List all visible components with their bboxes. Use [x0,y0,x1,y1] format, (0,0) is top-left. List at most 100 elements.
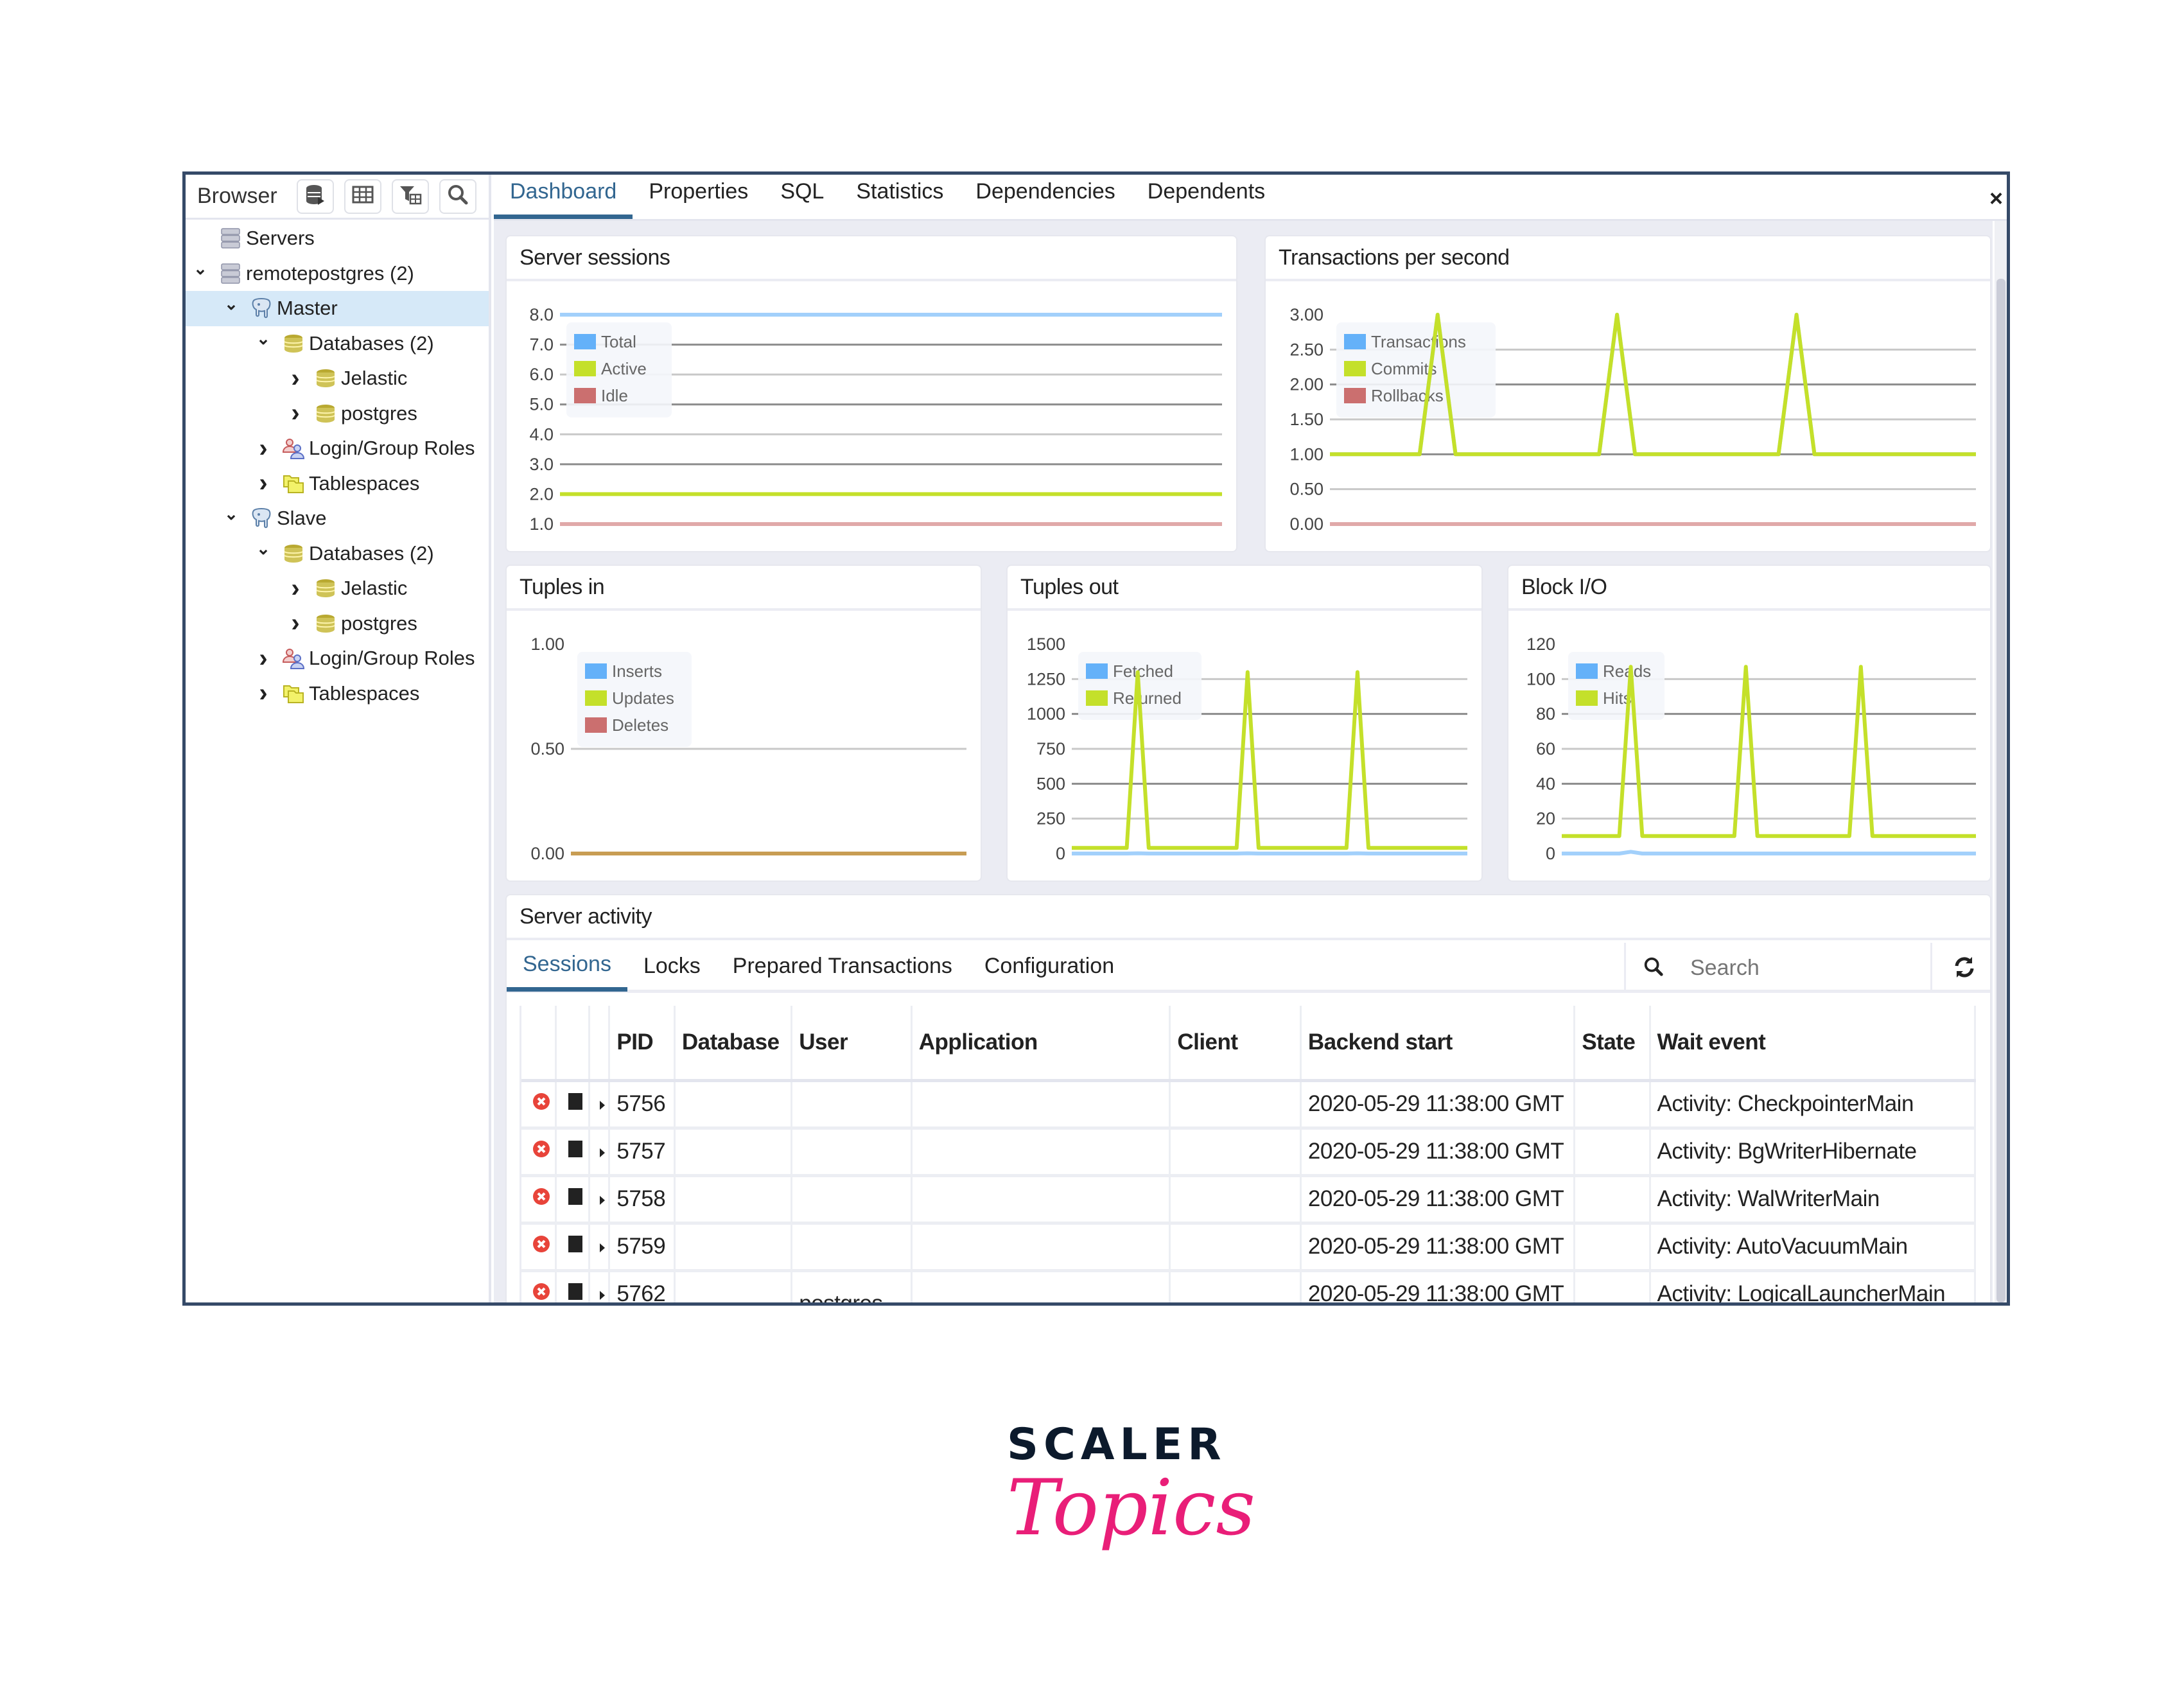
chevron-right-icon[interactable]: › [254,434,273,462]
legend-label[interactable]: Transactions [1371,332,1466,351]
tab-dependents[interactable]: Dependents [1131,175,1281,219]
logo-scaler-text: SCALER [1007,1419,1227,1470]
terminate-session-icon[interactable] [532,1281,551,1302]
tab-dashboard[interactable]: Dashboard [494,175,633,219]
legend-label[interactable]: Reads [1603,662,1651,681]
legend-label[interactable]: Total [601,332,636,351]
column-header-database[interactable]: Database [674,1006,793,1082]
refresh-icon[interactable] [1952,954,1977,980]
terminate-session-icon[interactable] [532,1091,551,1116]
expand-row-icon[interactable] [598,1091,606,1116]
y-tick-label: 750 [1036,739,1065,758]
column-header-backend-start[interactable]: Backend start [1300,1006,1576,1082]
column-header-wait-event[interactable]: Wait event [1650,1006,1977,1082]
cancel-query-icon[interactable] [567,1281,584,1302]
pgadmin-window: Browser Servers ⌄ remotepostgres (2) ⌄ M… [182,171,2010,1306]
legend-label[interactable]: Idle [601,386,628,405]
scrollbar-thumb[interactable] [1996,279,2005,1302]
legend-label[interactable]: Inserts [612,662,662,681]
chevron-down-icon[interactable]: ⌄ [254,539,273,559]
chevron-right-icon[interactable]: › [286,364,305,392]
chevron-right-icon[interactable]: › [286,574,305,602]
cell-wait-event: Activity: LogicalLauncherMain [1650,1270,1977,1302]
chevron-right-icon[interactable]: › [254,469,273,497]
tree-item[interactable]: › Jelastic [186,571,489,606]
tree-item[interactable]: › postgres [186,606,489,642]
expand-row-icon[interactable] [598,1234,606,1259]
tree-item[interactable]: › Login/Group Roles [186,641,489,676]
view-data-button[interactable] [344,179,381,214]
expand-cell [589,1270,611,1302]
legend-label[interactable]: Fetched [1113,662,1173,681]
filtered-rows-button[interactable] [391,179,429,214]
y-tick-label: 100 [1526,669,1555,688]
tuples-out-panel: Tuples out 0 250 500 750 1000 1250 1500 Fetched… [1008,566,1481,881]
tab-statistics[interactable]: Statistics [840,175,959,219]
legend-swatch [574,334,596,349]
tab-sql[interactable]: SQL [764,175,840,219]
column-header-user[interactable]: User [791,1006,913,1082]
tree-item[interactable]: Servers [186,221,489,256]
tree-item[interactable]: ⌄ Slave [186,501,489,536]
cell-database [674,1223,793,1272]
tree-item[interactable]: ⌄ Databases (2) [186,326,489,362]
chevron-right-icon[interactable]: › [254,679,273,707]
legend-label[interactable]: Commits [1371,359,1437,378]
tree-item[interactable]: › Tablespaces [186,466,489,502]
expand-row-icon[interactable] [598,1186,606,1211]
column-header-client[interactable]: Client [1169,1006,1302,1082]
cancel-query-icon[interactable] [567,1186,584,1211]
tab-properties[interactable]: Properties [633,175,764,219]
legend-label[interactable]: Returned [1113,688,1182,708]
column-header-state[interactable]: State [1574,1006,1651,1082]
object-tree: Servers ⌄ remotepostgres (2) ⌄ Master ⌄ Databa… [186,220,489,711]
legend-label[interactable]: Deletes [612,715,668,735]
search-input[interactable] [1690,955,1909,981]
table-row[interactable]: 5758 2020-05-29 11:38:00 GMT Activity: Wal… [521,1175,1977,1225]
terminate-session-icon[interactable] [532,1139,551,1164]
chevron-down-icon[interactable]: ⌄ [222,504,241,523]
tab-dependencies[interactable]: Dependencies [959,175,1131,219]
chevron-down-icon[interactable]: ⌄ [222,294,241,313]
table-row[interactable]: 5759 2020-05-29 11:38:00 GMT Activity: Aut… [521,1223,1977,1272]
legend-label[interactable]: Active [601,359,647,378]
search-objects-button[interactable] [439,179,476,214]
expand-row-icon[interactable] [598,1139,606,1164]
terminate-session-icon[interactable] [532,1186,551,1211]
query-tool-button[interactable] [296,179,334,214]
cell-pid: 5758 [609,1175,676,1225]
cancel-query-icon[interactable] [567,1234,584,1259]
expand-row-icon[interactable] [598,1281,606,1302]
legend-label[interactable]: Updates [612,688,674,708]
chevron-down-icon[interactable]: ⌄ [254,329,273,349]
tree-item[interactable]: › postgres [186,396,489,432]
tree-item[interactable]: ⌄ Master [186,291,489,326]
table-row[interactable]: 5762 postgres 2020-05-29 11:38:00 GMT Activ… [521,1270,1977,1302]
tab-prepared-transactions[interactable]: Prepared Transactions [717,942,968,992]
chevron-right-icon[interactable]: › [286,399,305,427]
table-row[interactable]: 5756 2020-05-29 11:38:00 GMT Activity: Che… [521,1080,1977,1130]
chevron-right-icon[interactable]: › [254,644,273,672]
tab-locks[interactable]: Locks [627,942,717,992]
tree-item[interactable]: ⌄ remotepostgres (2) [186,256,489,292]
tree-item[interactable]: ⌄ Databases (2) [186,536,489,572]
chevron-down-icon[interactable]: ⌄ [191,259,210,279]
tab-configuration[interactable]: Configuration [968,942,1130,992]
cancel-query-icon[interactable] [567,1139,584,1164]
dashboard-scrollbar[interactable] [1993,221,2007,1302]
cancel-query-icon[interactable] [567,1091,584,1116]
table-row[interactable]: 5757 2020-05-29 11:38:00 GMT Activity: BgW… [521,1128,1977,1177]
tab-sessions[interactable]: Sessions [507,942,627,992]
column-header-application[interactable]: Application [911,1006,1171,1082]
cell-pid: 5759 [609,1223,676,1272]
tree-item[interactable]: › Tablespaces [186,676,489,712]
terminate-session-icon[interactable] [532,1234,551,1259]
close-icon[interactable]: × [1989,185,2003,212]
column-header [521,1006,557,1082]
chevron-right-icon[interactable]: › [286,609,305,637]
tree-item[interactable]: › Login/Group Roles [186,431,489,466]
tree-item[interactable]: › Jelastic [186,361,489,396]
column-header-pid[interactable]: PID [609,1006,676,1082]
series-line-reads [1562,850,1976,855]
legend-label[interactable]: Rollbacks [1371,386,1444,405]
